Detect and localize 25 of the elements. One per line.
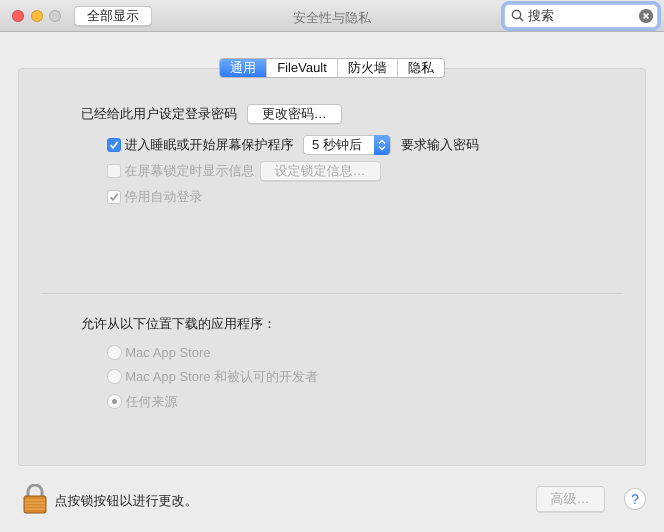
- zoom-button[interactable]: [49, 10, 61, 22]
- option-label: 在屏幕锁定时显示信息: [124, 162, 254, 180]
- close-button[interactable]: [12, 10, 24, 22]
- clear-icon[interactable]: [639, 8, 653, 22]
- lock-hint: 点按锁按钮以进行更改。: [54, 492, 198, 510]
- stepper-icon: [374, 135, 390, 155]
- trailing-label: 要求输入密码: [400, 136, 479, 154]
- radio-label: Mac App Store 和被认可的开发者: [125, 368, 318, 386]
- change-password-button[interactable]: 更改密码…: [246, 104, 342, 124]
- window-title: 安全性与隐私: [293, 10, 371, 25]
- tab[interactable]: 隐私: [396, 59, 444, 77]
- help-button[interactable]: ?: [624, 488, 646, 510]
- checkbox[interactable]: [107, 138, 121, 152]
- option-label: 停用自动登录: [124, 188, 202, 206]
- radio-label: 任何来源: [125, 392, 178, 410]
- minimize-button[interactable]: [30, 10, 42, 22]
- downloads-heading: 允许从以下位置下载的应用程序：: [81, 315, 277, 333]
- search-icon: [511, 9, 524, 22]
- radio-label: Mac App Store: [125, 344, 211, 362]
- option-label: 进入睡眠或开始屏幕保护程序: [124, 136, 294, 154]
- delay-select[interactable]: 5 秒钟后: [303, 135, 391, 155]
- show-all-button[interactable]: 全部显示: [74, 6, 152, 26]
- password-label: 已经给此用户设定登录密码: [81, 105, 237, 124]
- search-text: 搜索: [528, 6, 555, 25]
- padlock-icon[interactable]: [22, 484, 48, 514]
